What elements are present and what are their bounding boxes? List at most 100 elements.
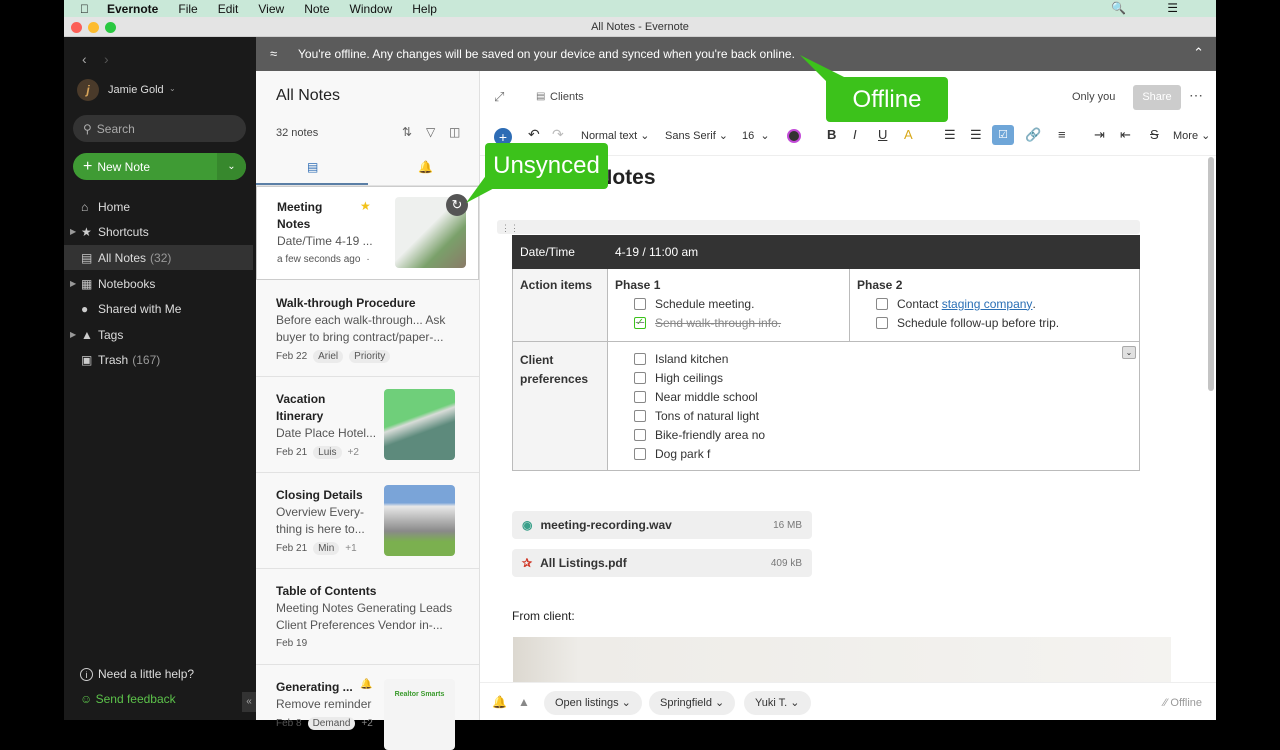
user-name[interactable]: Jamie Gold: [108, 84, 164, 96]
strikethrough-icon[interactable]: S: [1150, 127, 1159, 142]
sidebar-item-home[interactable]: ⌂ Home: [64, 194, 253, 219]
checkbox-checked[interactable]: ✓: [634, 316, 646, 329]
redo-icon[interactable]: ↷: [552, 126, 564, 143]
zoom-button[interactable]: [105, 22, 116, 33]
checkbox[interactable]: [634, 297, 646, 310]
checklist-item[interactable]: Near middle school: [634, 387, 1132, 406]
checklist-item[interactable]: Schedule meeting.: [615, 294, 842, 313]
checklist-item[interactable]: Contact staging company.: [857, 294, 1132, 313]
expand-icon[interactable]: ⤢: [494, 89, 504, 105]
control-center-icon[interactable]: ☰: [1167, 1, 1178, 15]
forward-icon[interactable]: ›: [104, 51, 109, 67]
underline-icon[interactable]: U: [878, 127, 887, 142]
date-value[interactable]: 4-19 / 11:00 am: [607, 235, 1140, 269]
menu-note[interactable]: Note: [304, 2, 329, 16]
checklist-icon[interactable]: ☑: [992, 125, 1014, 145]
add-tag-icon[interactable]: ▲: [518, 695, 530, 709]
apple-icon[interactable]: : [80, 2, 89, 16]
checkbox[interactable]: [876, 297, 888, 310]
avatar[interactable]: j: [77, 79, 99, 101]
new-note-dropdown[interactable]: ⌄: [217, 153, 246, 180]
menu-edit[interactable]: Edit: [218, 2, 239, 16]
help-link[interactable]: i Need a little help?: [80, 667, 194, 681]
checklist-item[interactable]: Island kitchen: [634, 349, 1132, 368]
notebook-name[interactable]: Clients: [550, 91, 584, 103]
checkbox[interactable]: [634, 428, 646, 441]
collapse-banner-icon[interactable]: ⌃: [1193, 45, 1204, 61]
attachment-audio[interactable]: ◉ meeting-recording.wav 16 MB: [512, 511, 812, 539]
menu-view[interactable]: View: [258, 2, 284, 16]
staging-link[interactable]: staging company: [942, 297, 1033, 311]
more-toolbar-button[interactable]: More ⌄: [1173, 129, 1210, 142]
bullet-list-icon[interactable]: ☰: [944, 127, 956, 143]
checkbox[interactable]: [634, 390, 646, 403]
search-input[interactable]: ⚲ Search: [73, 115, 246, 142]
checkbox[interactable]: [876, 316, 888, 329]
menu-window[interactable]: Window: [350, 2, 393, 16]
indent-icon[interactable]: ⇥: [1094, 127, 1105, 143]
note-card[interactable]: Generating ... 🔔 Remove reminder Feb 8 De…: [256, 665, 479, 750]
text-color-icon[interactable]: [787, 129, 801, 143]
expand-icon[interactable]: ▶: [70, 279, 76, 288]
note-card[interactable]: Table of Contents Meeting Notes Generati…: [256, 569, 479, 665]
style-dropdown[interactable]: Normal text ⌄: [581, 129, 650, 142]
align-icon[interactable]: ≡: [1058, 127, 1066, 142]
highlight-icon[interactable]: A: [904, 127, 913, 142]
outdent-icon[interactable]: ⇤: [1120, 127, 1131, 143]
attachment-pdf[interactable]: ✰ All Listings.pdf 409 kB: [512, 549, 812, 577]
table-handle[interactable]: ⋮⋮: [497, 220, 1140, 234]
close-button[interactable]: [71, 22, 82, 33]
note-card[interactable]: Closing Details Overview Every-thing is …: [256, 473, 479, 569]
tag-pill[interactable]: Open listings ⌄: [544, 691, 642, 715]
checkbox[interactable]: [634, 352, 646, 365]
feedback-link[interactable]: ☺ Send feedback: [80, 692, 176, 706]
menu-help[interactable]: Help: [412, 2, 437, 16]
minimize-button[interactable]: [88, 22, 99, 33]
tab-reminders-bell-icon[interactable]: 🔔: [418, 160, 433, 174]
note-card[interactable]: Walk-through Procedure Before each walk-…: [256, 281, 479, 377]
sidebar-item-all-notes[interactable]: ▤ All Notes (32): [64, 245, 253, 270]
undo-icon[interactable]: ↶: [528, 126, 540, 143]
chevron-down-icon[interactable]: ⌄: [169, 84, 176, 93]
checklist-item[interactable]: Bike-friendly area no: [634, 425, 1132, 444]
checkbox[interactable]: [634, 371, 646, 384]
link-icon[interactable]: 🔗: [1025, 127, 1041, 143]
menu-file[interactable]: File: [178, 2, 197, 16]
note-card[interactable]: Vacation Itinerary Date Place Hotel... F…: [256, 377, 479, 473]
new-note-button[interactable]: + New Note ⌄: [73, 153, 246, 180]
drag-handle-icon[interactable]: ⋮⋮: [501, 223, 519, 233]
checklist-item[interactable]: High ceilings: [634, 368, 1132, 387]
tag-pill[interactable]: Springfield ⌄: [649, 691, 736, 715]
font-dropdown[interactable]: Sans Serif ⌄: [665, 129, 728, 142]
back-icon[interactable]: ‹: [82, 51, 87, 67]
collapse-sidebar-button[interactable]: «: [242, 692, 256, 712]
more-options-icon[interactable]: ⋯: [1189, 87, 1203, 104]
sidebar-item-trash[interactable]: ▣ Trash (167): [64, 347, 253, 372]
tab-notes[interactable]: ▤: [307, 160, 318, 174]
expand-icon[interactable]: ▶: [70, 330, 76, 339]
add-reminder-icon[interactable]: 🔔: [492, 695, 507, 709]
numbered-list-icon[interactable]: ☰: [970, 127, 982, 143]
font-size-dropdown[interactable]: 16 ⌄: [742, 129, 770, 142]
note-card[interactable]: Meeting Notes Date/Time 4-19 ... a few s…: [256, 186, 479, 280]
checklist-item[interactable]: Schedule follow-up before trip.: [857, 313, 1132, 332]
tag-pill[interactable]: Yuki T. ⌄: [744, 691, 811, 715]
menu-app[interactable]: Evernote: [107, 2, 158, 16]
checklist-item[interactable]: Tons of natural light: [634, 406, 1132, 425]
view-options-icon[interactable]: ◫: [449, 125, 460, 139]
italic-icon[interactable]: I: [853, 127, 857, 142]
sidebar-item-shortcuts[interactable]: ▶ ★ Shortcuts: [64, 219, 253, 244]
checkbox[interactable]: [634, 447, 646, 460]
checkbox[interactable]: [634, 409, 646, 422]
sidebar-item-shared[interactable]: ● Shared with Me: [64, 296, 253, 321]
filter-icon[interactable]: ▽: [426, 125, 435, 139]
sidebar-item-tags[interactable]: ▶ ▲ Tags: [64, 322, 253, 347]
cell-menu-chevron-icon[interactable]: ⌄: [1122, 346, 1136, 359]
share-button[interactable]: Share: [1133, 85, 1181, 110]
sidebar-item-notebooks[interactable]: ▶ ▦ Notebooks: [64, 271, 253, 296]
checklist-item[interactable]: Dog park f: [634, 444, 1132, 463]
scrollbar[interactable]: [1208, 157, 1214, 391]
expand-icon[interactable]: ▶: [70, 227, 76, 236]
checklist-item[interactable]: ✓ Send walk-through info.: [615, 313, 842, 332]
sort-icon[interactable]: ⇅: [402, 125, 412, 139]
